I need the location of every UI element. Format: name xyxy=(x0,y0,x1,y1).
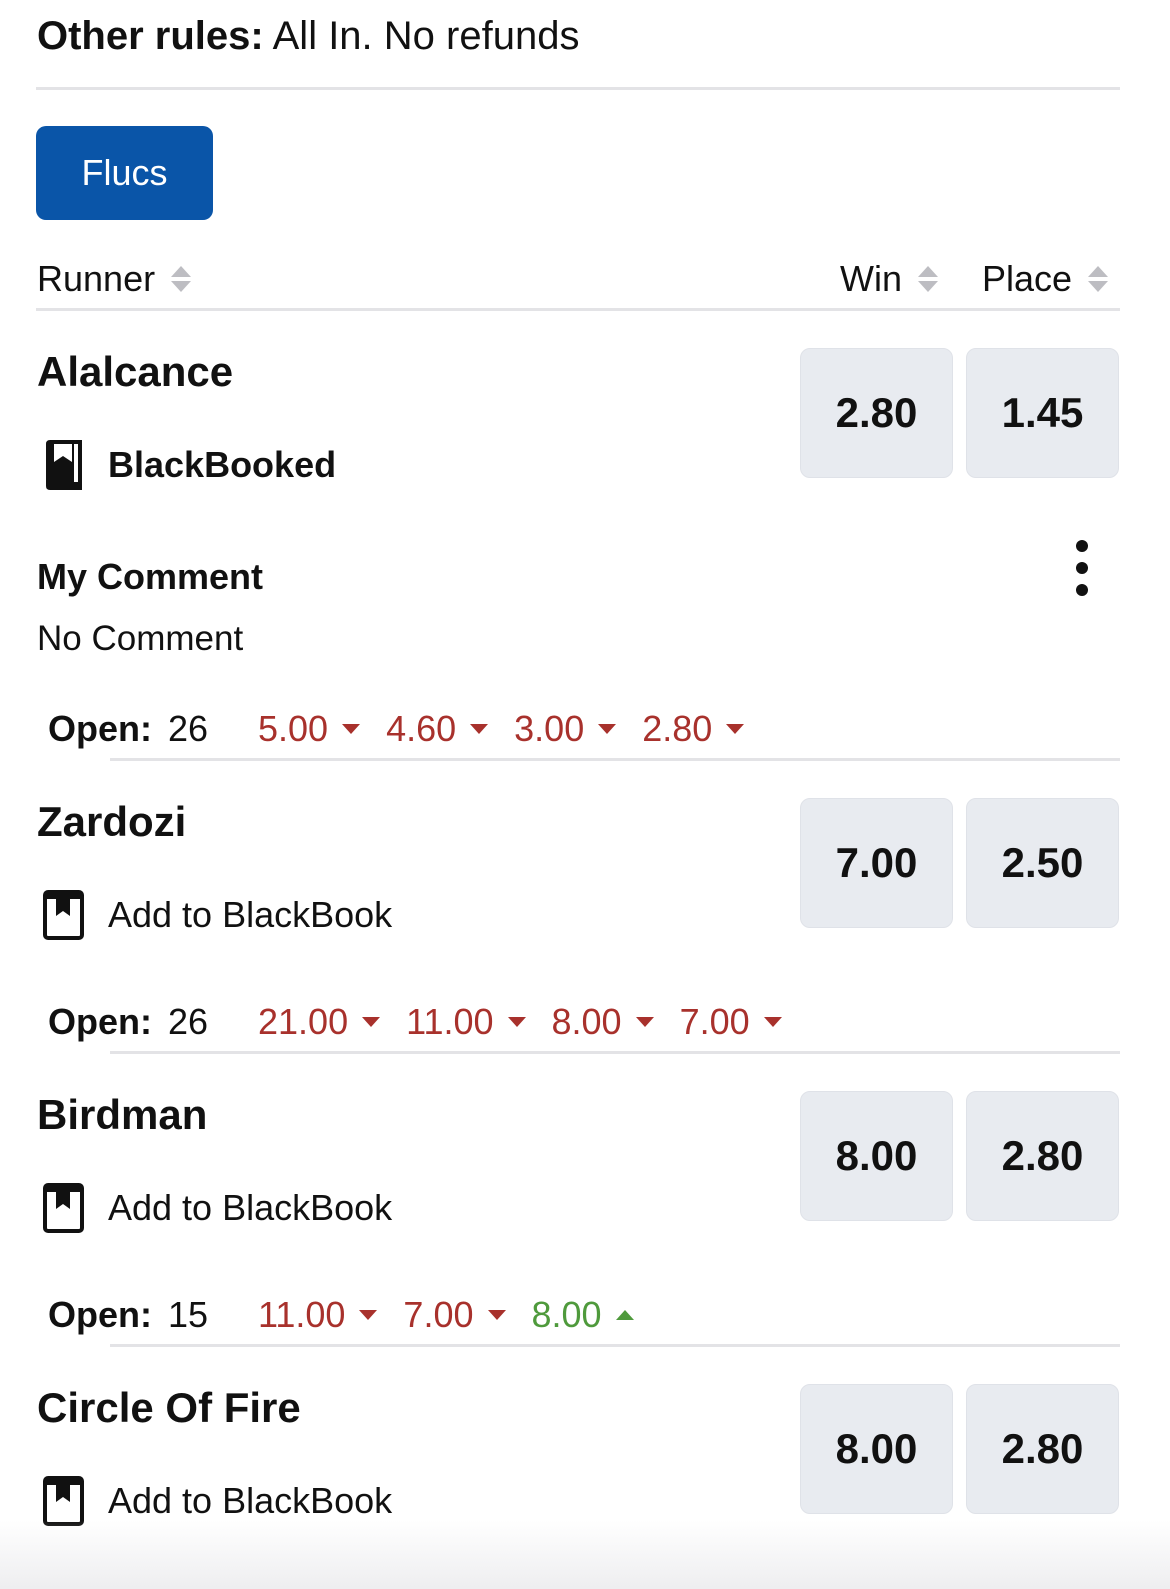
book-filled-icon xyxy=(46,440,82,490)
open-value: 26 xyxy=(168,708,209,749)
runner-name[interactable]: Circle Of Fire xyxy=(37,1384,301,1432)
fluc-value: 11.00 xyxy=(406,1001,526,1043)
flucs-button[interactable]: Flucs xyxy=(36,126,213,220)
open-label: Open: xyxy=(48,708,152,749)
fluc-value: 21.00 xyxy=(258,1001,381,1043)
open-value: 26 xyxy=(168,1001,209,1042)
down-arrow-icon xyxy=(362,1017,381,1027)
runner-name[interactable]: Zardozi xyxy=(37,798,186,846)
down-arrow-icon xyxy=(359,1310,378,1320)
other-rules-label: Other rules: xyxy=(37,14,264,58)
up-arrow-icon xyxy=(615,1310,634,1320)
win-column-header[interactable]: Win xyxy=(840,258,938,300)
sort-icon xyxy=(918,266,938,292)
other-rules: Other rules: All In. No refunds xyxy=(37,14,579,59)
fluc-value: 5.00 xyxy=(258,708,361,750)
book-outline-icon xyxy=(43,1183,84,1233)
place-odds-button[interactable]: 1.45 xyxy=(966,348,1119,478)
comment-title: My Comment xyxy=(37,556,264,597)
more-vertical-icon[interactable] xyxy=(1066,540,1098,596)
open-label: Open: xyxy=(48,1001,152,1042)
flucs-row: Open: 26 5.00 4.60 3.00 2.80 xyxy=(48,708,770,750)
win-odds-button[interactable]: 8.00 xyxy=(800,1091,953,1221)
runner-name[interactable]: Alalcance xyxy=(37,348,233,396)
down-arrow-icon xyxy=(487,1310,506,1320)
down-arrow-icon xyxy=(726,724,745,734)
divider xyxy=(36,87,1120,90)
book-outline-icon xyxy=(43,1476,84,1526)
blackbook-label: Add to BlackBook xyxy=(108,894,393,935)
win-column-label: Win xyxy=(840,258,902,299)
sort-icon xyxy=(171,266,192,292)
fluc-value: 8.00 xyxy=(532,1294,634,1336)
other-rules-text: All In. No refunds xyxy=(272,14,580,58)
down-arrow-icon xyxy=(470,724,489,734)
down-arrow-icon xyxy=(507,1017,526,1027)
fluc-value: 2.80 xyxy=(642,708,745,750)
win-odds-button[interactable]: 8.00 xyxy=(800,1384,953,1514)
fluc-value: 8.00 xyxy=(552,1001,654,1043)
win-odds-button[interactable]: 2.80 xyxy=(800,348,953,478)
blackbook-label: Add to BlackBook xyxy=(108,1187,393,1228)
fluc-value: 7.00 xyxy=(680,1001,782,1043)
place-column-header[interactable]: Place xyxy=(982,258,1109,300)
fluc-value: 11.00 xyxy=(258,1294,378,1336)
blackbooked-button[interactable]: BlackBooked xyxy=(42,440,336,490)
place-odds-button[interactable]: 2.50 xyxy=(966,798,1119,928)
place-column-label: Place xyxy=(982,258,1073,299)
flucs-row: Open: 15 11.00 7.00 8.00 xyxy=(48,1294,660,1336)
place-odds-button[interactable]: 2.80 xyxy=(966,1384,1119,1514)
blackbook-label: Add to BlackBook xyxy=(108,1480,393,1521)
down-arrow-icon xyxy=(763,1017,782,1027)
runner-column-label: Runner xyxy=(37,258,156,299)
comment-text: No Comment xyxy=(37,619,244,658)
book-outline-icon xyxy=(43,890,84,940)
blackbook-label: BlackBooked xyxy=(108,444,337,485)
fluc-value: 3.00 xyxy=(514,708,617,750)
scroll-fade xyxy=(0,1520,1170,1589)
runner-divider xyxy=(110,1051,1120,1054)
add-to-blackbook-button[interactable]: Add to BlackBook xyxy=(42,1183,392,1233)
sort-icon xyxy=(1088,266,1109,292)
fluc-value: 7.00 xyxy=(403,1294,506,1336)
runner-divider xyxy=(110,758,1120,761)
add-to-blackbook-button[interactable]: Add to BlackBook xyxy=(42,1476,392,1526)
flucs-row: Open: 26 21.00 11.00 8.00 7.00 xyxy=(48,1001,808,1043)
down-arrow-icon xyxy=(635,1017,654,1027)
runner-name[interactable]: Birdman xyxy=(37,1091,207,1139)
open-value: 15 xyxy=(168,1294,209,1335)
runner-column-header[interactable]: Runner xyxy=(37,258,192,300)
open-label: Open: xyxy=(48,1294,152,1335)
down-arrow-icon xyxy=(598,724,617,734)
win-odds-button[interactable]: 7.00 xyxy=(800,798,953,928)
header-divider xyxy=(36,308,1120,311)
down-arrow-icon xyxy=(342,724,361,734)
runner-divider xyxy=(110,1344,1120,1347)
place-odds-button[interactable]: 2.80 xyxy=(966,1091,1119,1221)
fluc-value: 4.60 xyxy=(386,708,489,750)
add-to-blackbook-button[interactable]: Add to BlackBook xyxy=(42,890,392,940)
